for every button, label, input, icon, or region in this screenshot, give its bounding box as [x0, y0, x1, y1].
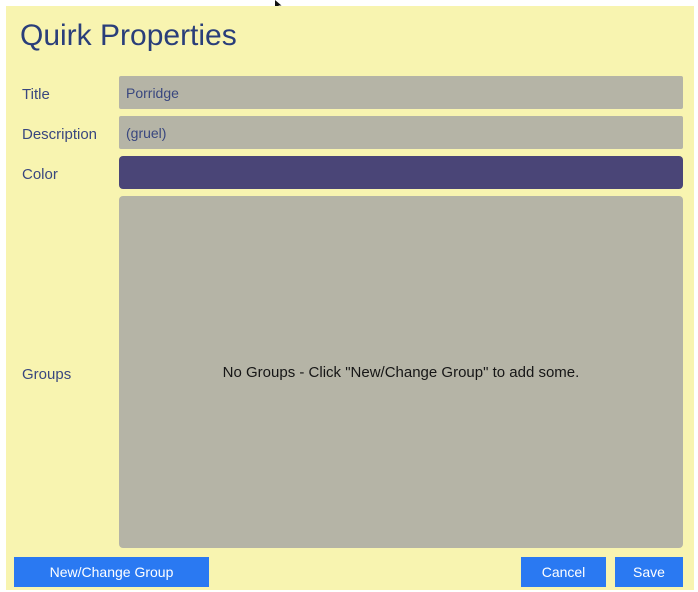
cancel-button[interactable]: Cancel: [521, 557, 606, 587]
dialog-title: Quirk Properties: [20, 19, 237, 52]
title-field-container: [119, 76, 683, 109]
color-label: Color: [22, 166, 58, 183]
groups-empty-message: No Groups - Click "New/Change Group" to …: [222, 363, 580, 381]
title-input[interactable]: [119, 76, 683, 109]
new-change-group-button[interactable]: New/Change Group: [14, 557, 209, 587]
description-label: Description: [22, 126, 98, 143]
groups-label: Groups: [22, 366, 72, 383]
title-label: Title: [22, 86, 50, 103]
save-button[interactable]: Save: [615, 557, 683, 587]
description-input[interactable]: [119, 116, 683, 149]
quirk-properties-dialog: Quirk Properties Title Description Color…: [6, 6, 694, 590]
color-picker-swatch[interactable]: [119, 156, 683, 189]
groups-list[interactable]: No Groups - Click "New/Change Group" to …: [119, 196, 683, 548]
description-field-container: [119, 116, 683, 149]
